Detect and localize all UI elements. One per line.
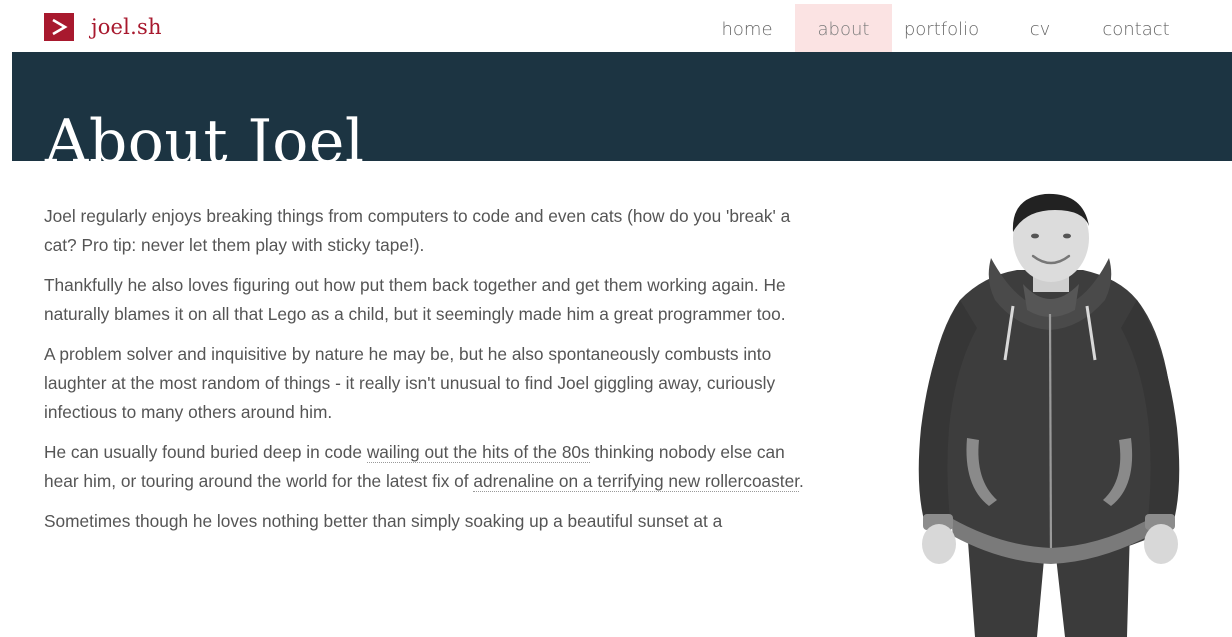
person-photo <box>905 188 1195 637</box>
paragraph-sunset: Sometimes though he loves nothing better… <box>44 511 723 531</box>
hobbies-text-3: . <box>799 471 804 491</box>
paragraph-problem-solver: A problem solver and inquisitive by natu… <box>44 344 776 422</box>
nav-item-home[interactable]: home <box>708 4 786 52</box>
nav-item-about[interactable]: about <box>795 4 892 52</box>
nav-item-portfolio[interactable]: portfolio <box>894 4 989 52</box>
brand-home-link[interactable]: joel.sh <box>44 13 162 41</box>
paragraph-lego: Thankfully he also loves figuring out ho… <box>44 275 786 324</box>
chevron-right-icon <box>44 13 74 41</box>
link-rollercoaster[interactable]: adrenaline on a terrifying new rollercoa… <box>473 471 800 492</box>
top-navigation-bar: joel.sh home about portfolio cv contact <box>0 0 1232 52</box>
paragraph-hobbies: He can usually found buried deep in code… <box>44 438 824 496</box>
page-hero: About Joel <box>12 52 1232 161</box>
nav-item-cv[interactable]: cv <box>1012 4 1068 52</box>
page-title: About Joel <box>45 107 365 161</box>
link-80s-hits[interactable]: wailing out the hits of the 80s <box>366 442 590 463</box>
paragraph-intro: Joel regularly enjoys breaking things fr… <box>44 206 791 255</box>
site-name: joel.sh <box>91 15 162 39</box>
nav-item-contact[interactable]: contact <box>1092 4 1180 52</box>
hobbies-text-1: He can usually found buried deep in code <box>44 442 367 462</box>
about-content: Joel regularly enjoys breaking things fr… <box>44 202 824 547</box>
